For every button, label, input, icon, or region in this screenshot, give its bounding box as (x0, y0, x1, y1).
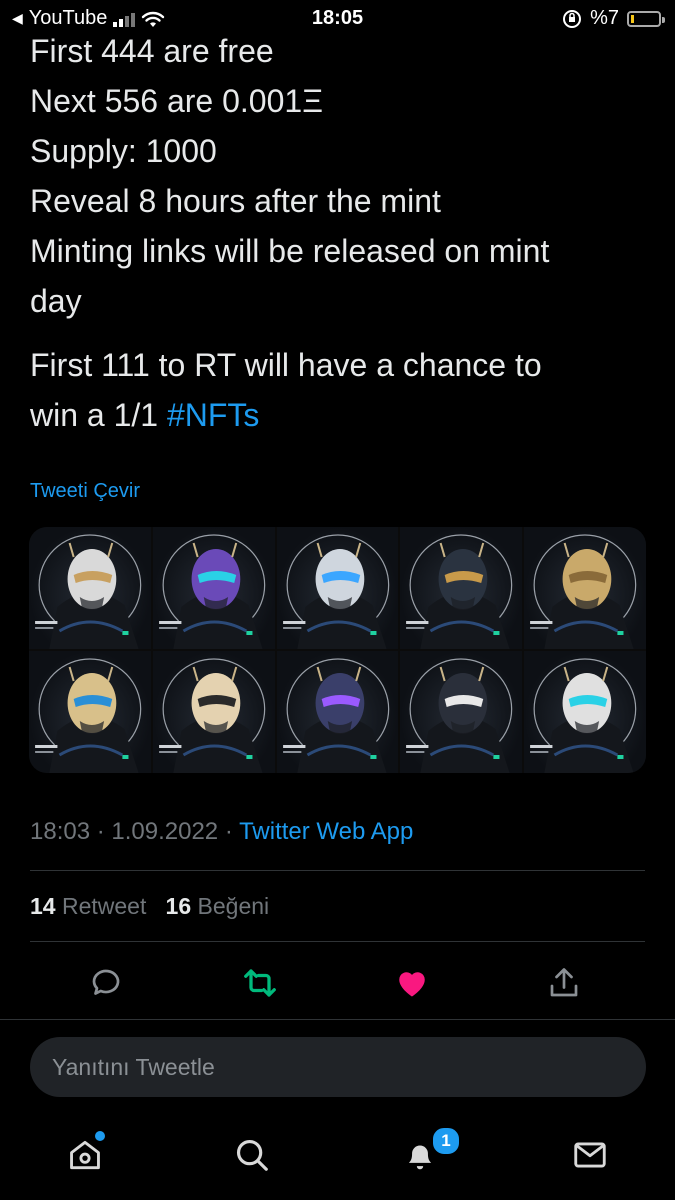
tweet-meta: 18:03 · 1.09.2022 · Twitter Web App (30, 818, 413, 846)
tweet-line: Supply: 1000 (30, 133, 217, 169)
reply-icon (92, 969, 120, 995)
tweet-stats: 14 Retweet 16 Beğeni (30, 893, 269, 920)
retweets-stat[interactable]: 14 Retweet (30, 893, 146, 919)
tab-explore[interactable] (230, 1130, 274, 1180)
nft-mask-thumbnail (524, 527, 646, 649)
divider (30, 870, 645, 871)
nft-mask-thumbnail (400, 527, 523, 649)
share-button[interactable] (541, 960, 587, 1006)
tweet-timestamp: 18:03 · 1.09.2022 · (30, 818, 240, 845)
source-app-link[interactable]: Twitter Web App (239, 818, 413, 845)
tweet-actions (0, 960, 675, 1006)
notifications-badge: 1 (431, 1126, 461, 1156)
tweet-media-image[interactable] (29, 527, 646, 773)
nft-mask-thumbnail (152, 651, 275, 773)
like-count: 16 (165, 893, 192, 919)
hashtag-link[interactable]: #NFTs (167, 397, 259, 433)
tab-home[interactable] (63, 1130, 107, 1180)
battery-icon (627, 10, 665, 27)
likes-stat[interactable]: 16 Beğeni (166, 893, 270, 919)
retweet-count: 14 (30, 893, 56, 919)
heart-icon (399, 972, 425, 997)
translate-tweet-link[interactable]: Tweeti Çevir (30, 480, 140, 503)
tab-messages[interactable] (568, 1130, 612, 1180)
envelope-icon (574, 1142, 606, 1168)
retweet-label: Retweet (61, 893, 147, 919)
tweet-line: win a 1/1 #NFTs (30, 390, 655, 440)
nft-mask-thumbnail (276, 651, 399, 773)
home-icon (70, 1140, 100, 1170)
share-icon (550, 968, 578, 997)
reply-input[interactable]: Yanıtını Tweetle (30, 1037, 646, 1097)
nft-mask-thumbnail (400, 651, 523, 773)
tweet-line: day (30, 283, 82, 319)
like-button[interactable] (389, 960, 435, 1006)
tweet-line: First 111 to RT will have a chance to (30, 347, 542, 383)
tweet-text: First 444 are free Next 556 are 0.001Ξ S… (30, 26, 655, 440)
home-new-dot (95, 1131, 105, 1141)
divider (0, 1019, 675, 1020)
reply-button[interactable] (83, 960, 129, 1006)
tab-notifications[interactable]: 1 (398, 1126, 461, 1180)
tweet-line: First 444 are free (30, 33, 274, 69)
search-icon (236, 1139, 268, 1171)
retweet-button[interactable] (237, 960, 283, 1006)
tweet-text-span: win a 1/1 (30, 397, 167, 433)
bottom-tab-bar: 1 (0, 1126, 675, 1184)
nft-mask-thumbnail (276, 527, 399, 649)
tweet-line: Next 556 are 0.001Ξ (30, 83, 323, 119)
nft-mask-thumbnail (29, 527, 151, 649)
divider (30, 941, 645, 942)
tweet-line: Reveal 8 hours after the mint (30, 183, 441, 219)
like-label: Beğeni (197, 893, 270, 919)
nft-mask-thumbnail (524, 651, 646, 773)
nft-mask-thumbnail (29, 651, 151, 773)
nft-mask-thumbnail (152, 527, 275, 649)
retweet-icon (244, 969, 276, 997)
tweet-line: Minting links will be released on mint (30, 233, 550, 269)
